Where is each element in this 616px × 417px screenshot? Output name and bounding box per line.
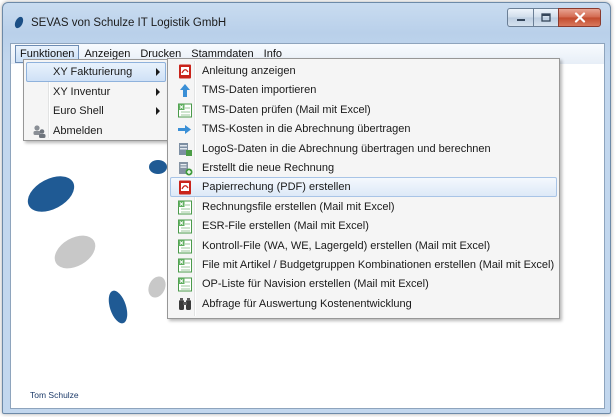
menu-item-euro-shell[interactable]: Euro Shell	[26, 101, 166, 121]
submenu-item-label: Anleitung anzeigen	[202, 65, 296, 77]
submenu-item-label: Erstellt die neue Rechnung	[202, 161, 335, 174]
pdf-icon	[179, 180, 191, 195]
minimize-button[interactable]	[507, 8, 533, 27]
submenu-item-papierrechnung[interactable]: Papierrechung (PDF) erstellen	[170, 177, 557, 197]
decor-ellipse-blue-1	[27, 176, 75, 212]
submenu-item-anleitung[interactable]: Anleitung anzeigen	[170, 61, 557, 80]
menu-item-label: XY Fakturierung	[53, 66, 133, 78]
submenu-item-label: TMS-Daten prüfen (Mail mit Excel)	[202, 103, 371, 116]
menu-item-abmelden[interactable]: Abmelden	[26, 121, 166, 141]
menu-item-xy-inventur[interactable]: XY Inventur	[26, 82, 166, 102]
submenu-item-label: TMS-Daten importieren	[202, 84, 317, 97]
user-name-label: Tom Schulze	[30, 390, 79, 400]
app-logo-icon	[14, 16, 24, 29]
submenu-arrow-icon	[156, 87, 160, 96]
excel-icon	[178, 239, 192, 254]
excel-icon	[178, 103, 192, 118]
submenu-item-tms-kosten[interactable]: TMS-Kosten in die Abrechnung übertragen	[170, 119, 557, 138]
window-title: SEVAS von Schulze IT Logistik GmbH	[31, 17, 227, 29]
menu-item-label: XY Inventur	[53, 85, 111, 98]
decor-ellipse-blue-3	[108, 290, 128, 324]
excel-icon	[178, 219, 192, 234]
submenu-item-rechnungsfile[interactable]: Rechnungsfile erstellen (Mail mit Excel)	[170, 197, 557, 216]
submenu-item-label: Kontroll-File (WA, WE, Lagergeld) erstel…	[202, 239, 491, 252]
minimize-icon	[516, 18, 525, 21]
users-icon	[33, 124, 46, 138]
decor-ellipse-blue-2	[149, 160, 167, 174]
maximize-icon	[541, 13, 551, 22]
submenu-item-neue-rechnung[interactable]: Erstellt die neue Rechnung	[170, 158, 557, 177]
xy-fakturierung-submenu: Anleitung anzeigen TMS-Daten importieren…	[167, 58, 560, 319]
submenu-item-tms-import[interactable]: TMS-Daten importieren	[170, 80, 557, 99]
submenu-arrow-icon	[156, 68, 160, 76]
title-bar[interactable]: SEVAS von Schulze IT Logistik GmbH	[3, 3, 610, 39]
maximize-button[interactable]	[533, 8, 558, 27]
menu-item-label: Abmelden	[53, 124, 103, 137]
arrow-right-icon	[178, 125, 191, 135]
submenu-item-label: Rechnungsfile erstellen (Mail mit Excel)	[202, 200, 395, 213]
excel-icon	[178, 200, 192, 215]
decor-ellipse-gray-2	[148, 276, 166, 298]
arrow-up-icon	[180, 84, 190, 98]
funktionen-dropdown: XY Fakturierung XY Inventur Euro Shell A…	[23, 59, 169, 141]
submenu-item-label: LogoS-Daten in die Abrechnung übertragen…	[202, 142, 491, 155]
submenu-item-esr-file[interactable]: ESR-File erstellen (Mail mit Excel)	[170, 216, 557, 235]
database-icon	[179, 142, 192, 156]
submenu-item-logos-daten[interactable]: LogoS-Daten in die Abrechnung übertragen…	[170, 139, 557, 158]
binoculars-icon	[179, 297, 191, 310]
close-icon	[574, 12, 585, 23]
menu-item-label: Euro Shell	[53, 105, 104, 117]
excel-icon	[178, 258, 192, 273]
submenu-item-op-liste[interactable]: OP-Liste für Navision erstellen (Mail mi…	[170, 274, 557, 293]
document-add-icon	[179, 161, 193, 176]
submenu-item-label: Abfrage für Auswertung Kostenentwicklung	[202, 297, 412, 310]
submenu-item-artikel-budgetgruppen[interactable]: File mit Artikel / Budgetgruppen Kombina…	[170, 255, 557, 274]
menu-item-xy-fakturierung[interactable]: XY Fakturierung	[26, 62, 166, 82]
submenu-item-kontroll-file[interactable]: Kontroll-File (WA, WE, Lagergeld) erstel…	[170, 236, 557, 255]
decor-ellipse-gray-1	[54, 235, 96, 269]
window-controls	[507, 8, 601, 27]
submenu-item-kostenentwicklung[interactable]: Abfrage für Auswertung Kostenentwicklung	[170, 294, 557, 313]
submenu-item-tms-pruefen[interactable]: TMS-Daten prüfen (Mail mit Excel)	[170, 100, 557, 119]
excel-icon	[178, 277, 192, 292]
submenu-item-label: TMS-Kosten in die Abrechnung übertragen	[202, 123, 411, 136]
close-button[interactable]	[558, 8, 601, 27]
submenu-item-label: File mit Artikel / Budgetgruppen Kombina…	[202, 258, 555, 271]
submenu-item-label: Papierrechung (PDF) erstellen	[202, 181, 351, 194]
pdf-icon	[179, 64, 191, 79]
submenu-arrow-icon	[156, 107, 160, 115]
submenu-item-label: ESR-File erstellen (Mail mit Excel)	[202, 220, 369, 233]
submenu-item-label: OP-Liste für Navision erstellen (Mail mi…	[202, 278, 429, 291]
